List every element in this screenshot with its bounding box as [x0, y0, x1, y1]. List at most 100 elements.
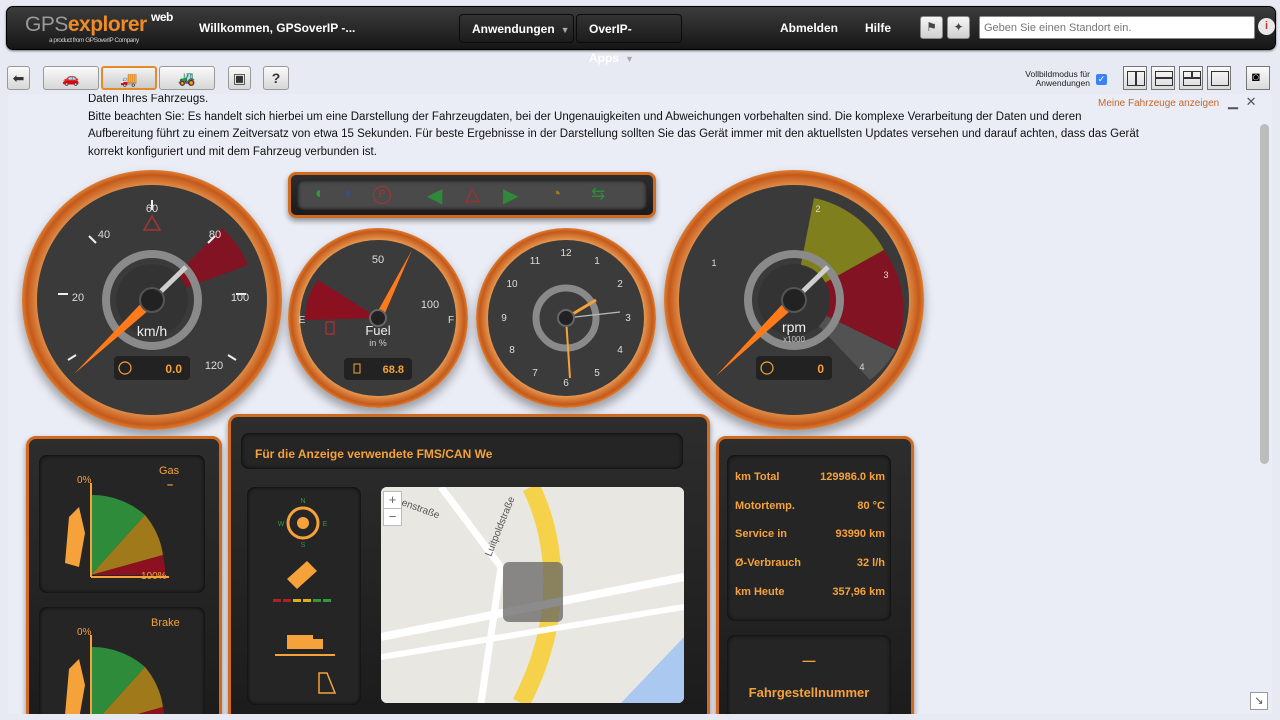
gas-max-label: 100% — [141, 571, 167, 582]
stats-panel: km Total 129986.0 km Motortemp. 80 °C Serv… — [716, 436, 914, 714]
save-button[interactable]: ▣ — [228, 66, 251, 90]
turn-right-icon: ▶ — [503, 185, 519, 207]
layout-three-pane-button[interactable] — [1179, 66, 1203, 90]
save-icon: ▣ — [232, 70, 247, 86]
clock-number: 12 — [560, 248, 572, 259]
notice-line: Aufbereitung führt zu einem Zeitversatz … — [88, 128, 1139, 140]
camera-button[interactable]: ◙ — [1246, 66, 1270, 90]
speedometer-gauge: 20 40 60 80 100 120 km/h 0.0 — [22, 170, 282, 430]
fuel-gauge: 50 100 E F Fuel in % 68.8 — [288, 228, 468, 408]
stat-row: km Heute 357,96 km — [735, 586, 885, 598]
compass-east: E — [323, 521, 328, 528]
panel-controls: ▁ ✕ — [1228, 94, 1257, 110]
fullscreen-label: Vollbildmodus für Anwendungen — [1025, 69, 1090, 88]
fuel-tick: 100 — [421, 299, 439, 311]
chevron-down-icon: ▼ — [625, 54, 634, 64]
speed-tick: 40 — [98, 229, 110, 241]
compass-north: N — [300, 498, 305, 505]
vin-value: — — [802, 653, 816, 668]
gas-min-label: 0% — [77, 475, 92, 486]
brake-pedal-display: Brake 0% — [39, 607, 205, 714]
minimize-icon[interactable]: ▁ — [1228, 94, 1238, 109]
fuel-unit: in % — [369, 338, 387, 348]
car-view-button[interactable]: 🚗 — [43, 66, 99, 90]
tractor-view-button[interactable]: 🚜 — [159, 66, 215, 90]
chevron-down-icon: ▼ — [560, 25, 570, 35]
rpm-label: rpm — [782, 319, 806, 335]
clock-number: 2 — [617, 279, 623, 290]
stat-row: km Total 129986.0 km — [735, 471, 885, 483]
info-icon[interactable]: i — [1258, 18, 1275, 35]
brake-label: Brake — [151, 617, 180, 629]
notice-line: Daten Ihres Fahrzeugs. — [88, 94, 209, 105]
clock-number: 10 — [506, 279, 518, 290]
rpm-tick: 3 — [883, 270, 888, 280]
clock-number: 7 — [532, 368, 538, 379]
notice-line: Bitte beachten Sie: Es handelt sich hier… — [88, 111, 1082, 123]
speed-tick: 20 — [72, 292, 84, 304]
app-logo[interactable]: GPSexplorer web a product from GPSoverIP… — [25, 10, 173, 44]
flag-icon[interactable]: ⚑ — [920, 16, 943, 39]
welcome-text: Willkommen, GPSoverIP -... — [199, 21, 356, 35]
magic-wand-icon[interactable]: ✦ — [947, 16, 970, 39]
speed-tick: 80 — [209, 229, 221, 241]
resize-handle-icon[interactable]: ↘ — [1250, 692, 1268, 710]
fuel-tick: 50 — [372, 254, 384, 266]
brake-min-label: 0% — [77, 627, 92, 638]
cruise-control-icon: ◔ — [551, 184, 562, 203]
fullscreen-checkbox[interactable]: ✓ — [1096, 74, 1107, 85]
layout-single-pane-button[interactable] — [1207, 66, 1231, 90]
fms-status-icons: N E S W — [247, 487, 361, 705]
speed-value: 0.0 — [165, 362, 182, 376]
fuel-empty-label: E — [299, 315, 306, 326]
notice-line: korrekt konfiguriert und mit dem Fahrzeu… — [88, 146, 377, 158]
help-button[interactable]: ? — [263, 66, 289, 90]
parking-brake-icon: P — [373, 186, 391, 204]
overip-apps-menu-button[interactable]: OverIP-Apps ▼ — [576, 14, 682, 65]
location-map[interactable]: Luitpoldstraße enstraße + − — [381, 487, 684, 703]
camera-icon: ◙ — [1252, 69, 1260, 84]
clock-gauge: 12 1 2 3 4 5 6 7 8 9 10 11 — [476, 228, 656, 408]
vehicle-stats-box: km Total 129986.0 km Motortemp. 80 °C Serv… — [727, 455, 891, 621]
vin-label: Fahrgestellnummer — [748, 685, 870, 700]
location-search-input[interactable] — [979, 16, 1255, 39]
warning-lights-bar: ◐ ◐ P ◀ △ ▶ ◔ ⇆ — [288, 172, 656, 218]
clock-number: 1 — [594, 256, 600, 267]
layout-split-vertical-button[interactable] — [1123, 66, 1147, 90]
compass-south: S — [301, 542, 306, 549]
clock-number: 5 — [594, 368, 600, 379]
help-link[interactable]: Hilfe — [865, 21, 891, 35]
zoom-in-button[interactable]: + — [383, 491, 402, 509]
clock-number: 11 — [530, 256, 541, 267]
retarder-icon: ⇆ — [591, 184, 606, 203]
fuel-value: 68.8 — [383, 364, 404, 376]
speed-unit: km/h — [137, 323, 167, 339]
pedals-panel: Gas – 0% 100% Brake 0% — [26, 436, 222, 714]
scrollbar[interactable] — [1260, 124, 1269, 464]
rpm-value: 0 — [817, 362, 824, 376]
clock-number: 8 — [509, 345, 515, 356]
clock-number: 4 — [617, 345, 623, 356]
close-icon[interactable]: ✕ — [1246, 94, 1257, 109]
speed-tick: 120 — [205, 360, 223, 372]
stat-row: Ø-Verbrauch 32 l/h — [735, 557, 885, 569]
zoom-out-button[interactable]: − — [383, 508, 402, 526]
compass-west: W — [278, 521, 285, 528]
turn-left-icon: ◀ — [427, 185, 443, 207]
back-button[interactable]: ⬅ — [7, 66, 30, 90]
high-beam-icon: ◐ — [345, 185, 355, 202]
question-icon: ? — [271, 70, 281, 86]
rpm-gauge: 1 2 3 4 rpm x1000 0 — [664, 170, 924, 430]
tractor-icon: 🚜 — [178, 70, 196, 86]
clock-number: 9 — [501, 313, 507, 324]
fms-panel: Für die Anzeige verwendete FMS/CAN We N … — [228, 414, 710, 714]
stat-row: Motortemp. 80 °C — [735, 500, 885, 512]
truck-view-button[interactable]: 🚚 — [101, 66, 157, 90]
rpm-tick: 4 — [859, 362, 864, 372]
applications-menu-button[interactable]: Anwendungen ▼ — [459, 14, 574, 43]
top-navigation-bar: GPSexplorer web a product from GPSoverIP… — [6, 6, 1276, 65]
layout-split-horizontal-button[interactable] — [1151, 66, 1175, 90]
logout-link[interactable]: Abmelden — [780, 21, 838, 35]
my-vehicles-link[interactable]: Meine Fahrzeuge anzeigen — [1098, 98, 1219, 109]
vehicle-dashboard: Daten Ihres Fahrzeugs. Bitte beachten Si… — [8, 94, 1272, 714]
